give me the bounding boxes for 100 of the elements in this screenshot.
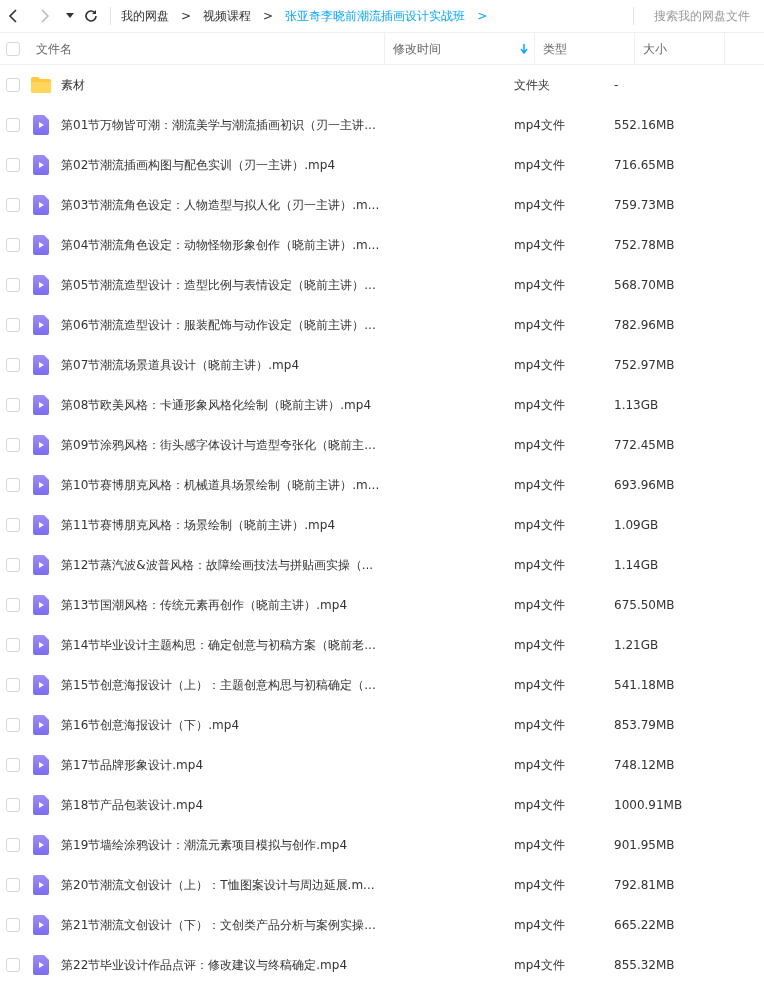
- breadcrumb-separator: >: [477, 8, 488, 25]
- file-size: 759.73MB: [613, 197, 676, 214]
- checkbox[interactable]: [6, 158, 20, 172]
- search-field[interactable]: 搜索我的网盘文件: [650, 7, 750, 25]
- file-row[interactable]: 第20节潮流文创设计（上）：T恤图案设计与周边延展.m... mp4文件 792.81MB: [0, 865, 764, 905]
- file-row[interactable]: 第18节产品包装设计.mp4 mp4文件 1000.91MB: [0, 785, 764, 825]
- file-row[interactable]: 第02节潮流插画构图与配色实训（刃一主讲）.mp4 mp4文件 716.65MB: [0, 145, 764, 185]
- file-row[interactable]: 第09节涂鸦风格：街头感字体设计与造型夸张化（晓前主... mp4文件 772.45MB: [0, 425, 764, 465]
- file-size: 855.32MB: [613, 957, 676, 974]
- refresh-icon[interactable]: [84, 9, 98, 23]
- video-file-icon: [33, 195, 49, 215]
- file-name: 第22节毕业设计作品点评：修改建议与终稿确定.mp4: [60, 957, 349, 974]
- file-row[interactable]: 第17节品牌形象设计.mp4 mp4文件 748.12MB: [0, 745, 764, 785]
- checkbox[interactable]: [6, 318, 20, 332]
- video-file-icon: [33, 275, 49, 295]
- file-size: 1.14GB: [613, 557, 660, 574]
- column-header[interactable]: 类型: [534, 33, 634, 64]
- file-name: 第18节产品包装设计.mp4: [60, 797, 205, 814]
- video-file-icon: [33, 795, 49, 815]
- breadcrumb-item[interactable]: 视频课程: [203, 7, 252, 25]
- checkbox[interactable]: [6, 198, 20, 212]
- checkbox[interactable]: [6, 238, 20, 252]
- column-header[interactable]: 文件名: [28, 33, 384, 64]
- breadcrumb-item[interactable]: 我的网盘: [121, 7, 169, 25]
- checkbox[interactable]: [6, 878, 20, 892]
- file-name: 第20节潮流文创设计（上）：T恤图案设计与周边延展.m...: [60, 877, 376, 894]
- file-row[interactable]: 第06节潮流造型设计：服装配饰与动作设定（晓前主讲）... mp4文件 782.96MB: [0, 305, 764, 345]
- video-file-icon: [33, 155, 49, 175]
- file-row[interactable]: 第04节潮流角色设定：动物怪物形象创作（晓前主讲）.m... mp4文件 752.78MB: [0, 225, 764, 265]
- video-file-icon: [33, 435, 49, 455]
- file-row[interactable]: 第03节潮流角色设定：人物造型与拟人化（刃一主讲）.m... mp4文件 759.73MB: [0, 185, 764, 225]
- checkbox[interactable]: [6, 398, 20, 412]
- file-row[interactable]: 第05节潮流造型设计：造型比例与表情设定（晓前主讲）... mp4文件 568.70MB: [0, 265, 764, 305]
- checkbox[interactable]: [6, 78, 20, 92]
- file-row[interactable]: 第10节赛博朋克风格：机械道具场景绘制（晓前主讲）.m... mp4文件 693.96MB: [0, 465, 764, 505]
- file-name: 第19节墙绘涂鸦设计：潮流元素项目模拟与创作.mp4: [60, 837, 349, 854]
- checkbox[interactable]: [6, 918, 20, 932]
- file-type: mp4文件: [513, 397, 566, 414]
- file-row[interactable]: 第19节墙绘涂鸦设计：潮流元素项目模拟与创作.mp4 mp4文件 901.95MB: [0, 825, 764, 865]
- file-row[interactable]: 第15节创意海报设计（上）：主题创意构思与初稿确定（... mp4文件 541.18MB: [0, 665, 764, 705]
- file-type: mp4文件: [513, 317, 566, 334]
- video-file-icon: [33, 755, 49, 775]
- file-type: mp4文件: [513, 797, 566, 814]
- file-row[interactable]: 第11节赛博朋克风格：场景绘制（晓前主讲）.mp4 mp4文件 1.09GB: [0, 505, 764, 545]
- file-row[interactable]: 第13节国潮风格：传统元素再创作（晓前主讲）.mp4 mp4文件 675.50MB: [0, 585, 764, 625]
- file-size: 665.22MB: [613, 917, 676, 934]
- file-size: 792.81MB: [613, 877, 676, 894]
- file-row[interactable]: 第22节毕业设计作品点评：修改建议与终稿确定.mp4 mp4文件 855.32MB: [0, 945, 764, 985]
- file-size: 568.70MB: [613, 277, 676, 294]
- file-type: mp4文件: [513, 757, 566, 774]
- video-file-icon: [33, 115, 49, 135]
- checkbox[interactable]: [6, 798, 20, 812]
- file-size: 752.78MB: [613, 237, 676, 254]
- forward-icon[interactable]: [40, 9, 50, 23]
- file-row[interactable]: 第16节创意海报设计（下）.mp4 mp4文件 853.79MB: [0, 705, 764, 745]
- caret-icon[interactable]: [66, 13, 74, 19]
- checkbox[interactable]: [6, 358, 20, 372]
- file-row[interactable]: 素材 文件夹 -: [0, 65, 764, 105]
- file-type: mp4文件: [513, 277, 566, 294]
- file-size: 1.13GB: [613, 397, 660, 414]
- checkbox[interactable]: [6, 558, 20, 572]
- checkbox[interactable]: [6, 278, 20, 292]
- checkbox[interactable]: [6, 678, 20, 692]
- file-type: mp4文件: [513, 357, 566, 374]
- file-type: mp4文件: [513, 837, 566, 854]
- back-icon[interactable]: [8, 9, 18, 23]
- file-size: 693.96MB: [613, 477, 676, 494]
- file-type: mp4文件: [513, 237, 566, 254]
- column-header[interactable]: 大小: [634, 33, 724, 64]
- file-name: 第03节潮流角色设定：人物造型与拟人化（刃一主讲）.m...: [60, 197, 381, 214]
- checkbox[interactable]: [6, 438, 20, 452]
- checkbox[interactable]: [6, 638, 20, 652]
- checkbox[interactable]: [6, 718, 20, 732]
- file-name: 第04节潮流角色设定：动物怪物形象创作（晓前主讲）.m...: [60, 237, 381, 254]
- video-file-icon: [33, 475, 49, 495]
- file-row[interactable]: 第01节万物皆可潮：潮流美学与潮流插画初识（刃一主讲... mp4文件 552.16MB: [0, 105, 764, 145]
- checkbox[interactable]: [6, 478, 20, 492]
- column-header[interactable]: 修改时间: [384, 33, 534, 64]
- checkbox[interactable]: [6, 118, 20, 132]
- checkbox[interactable]: [6, 598, 20, 612]
- file-row[interactable]: 第21节潮流文创设计（下）：文创类产品分析与案例实操... mp4文件 665.22MB: [0, 905, 764, 945]
- file-row[interactable]: 第12节蒸汽波&波普风格：故障绘画技法与拼贴画实操（... mp4文件 1.14GB: [0, 545, 764, 585]
- file-type: mp4文件: [513, 917, 566, 934]
- checkbox[interactable]: [6, 838, 20, 852]
- checkbox[interactable]: [6, 958, 20, 972]
- checkbox[interactable]: [6, 518, 20, 532]
- video-file-icon: [33, 395, 49, 415]
- video-file-icon: [33, 835, 49, 855]
- file-type: mp4文件: [513, 517, 566, 534]
- file-type: mp4文件: [513, 477, 566, 494]
- checkbox[interactable]: [6, 41, 20, 56]
- file-row[interactable]: 第14节毕业设计主题构思：确定创意与初稿方案（晓前老... mp4文件 1.21GB: [0, 625, 764, 665]
- checkbox[interactable]: [6, 758, 20, 772]
- file-size: 1.21GB: [613, 637, 660, 654]
- file-type: 文件夹: [513, 77, 551, 94]
- file-row[interactable]: 第07节潮流场景道具设计（晓前主讲）.mp4 mp4文件 752.97MB: [0, 345, 764, 385]
- breadcrumb-separator: >: [181, 8, 192, 25]
- file-size: -: [613, 77, 620, 94]
- file-row[interactable]: 第08节欧美风格：卡通形象风格化绘制（晓前主讲）.mp4 mp4文件 1.13GB: [0, 385, 764, 425]
- file-name: 第16节创意海报设计（下）.mp4: [60, 717, 241, 734]
